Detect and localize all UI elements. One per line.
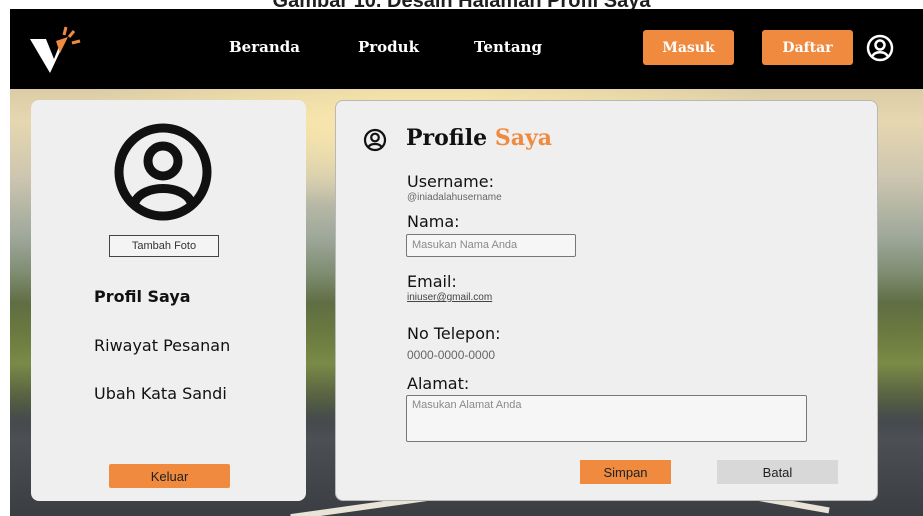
name-field[interactable]: Masukan Nama Anda [406,234,576,257]
brand-logo-icon[interactable] [26,23,82,75]
user-circle-icon [363,128,387,152]
sidebar-item-profil-saya[interactable]: Profil Saya [94,287,191,306]
save-button[interactable]: Simpan [580,460,671,484]
phone-label: No Telepon: [407,324,501,343]
login-button[interactable]: Masuk [643,30,734,65]
nav-beranda[interactable]: Beranda [229,38,300,56]
address-label: Alamat: [407,374,470,393]
top-navbar: Beranda Produk Tentang Masuk Daftar [10,9,923,89]
username-value: @iniadalahusername [407,192,502,203]
address-field[interactable]: Masukan Alamat Anda [406,395,807,442]
page-title-accent: Saya [494,125,553,151]
logout-button[interactable]: Keluar [109,464,230,488]
email-label: Email: [407,272,457,291]
phone-value: 0000-0000-0000 [407,348,496,362]
profile-panel: Profile Saya Username: @iniadalahusernam… [335,100,878,501]
nav-produk[interactable]: Produk [358,38,419,56]
page-title-main: Profile [406,125,488,151]
page-title: Profile Saya [406,125,552,151]
sidebar-item-riwayat-pesanan[interactable]: Riwayat Pesanan [94,336,230,355]
username-label: Username: [407,172,494,191]
register-button[interactable]: Daftar [762,30,853,65]
avatar-icon [114,123,212,221]
cancel-button[interactable]: Batal [717,460,838,484]
sidebar-item-ubah-kata-sandi[interactable]: Ubah Kata Sandi [94,384,227,403]
sidebar-panel: Tambah Foto Profil Saya Riwayat Pesanan … [31,100,306,501]
email-value[interactable]: iniuser@gmail.com [407,292,492,303]
name-label: Nama: [407,212,460,231]
nav-tentang[interactable]: Tentang [474,38,542,56]
add-photo-button[interactable]: Tambah Foto [109,235,219,257]
user-circle-icon[interactable] [866,34,894,62]
